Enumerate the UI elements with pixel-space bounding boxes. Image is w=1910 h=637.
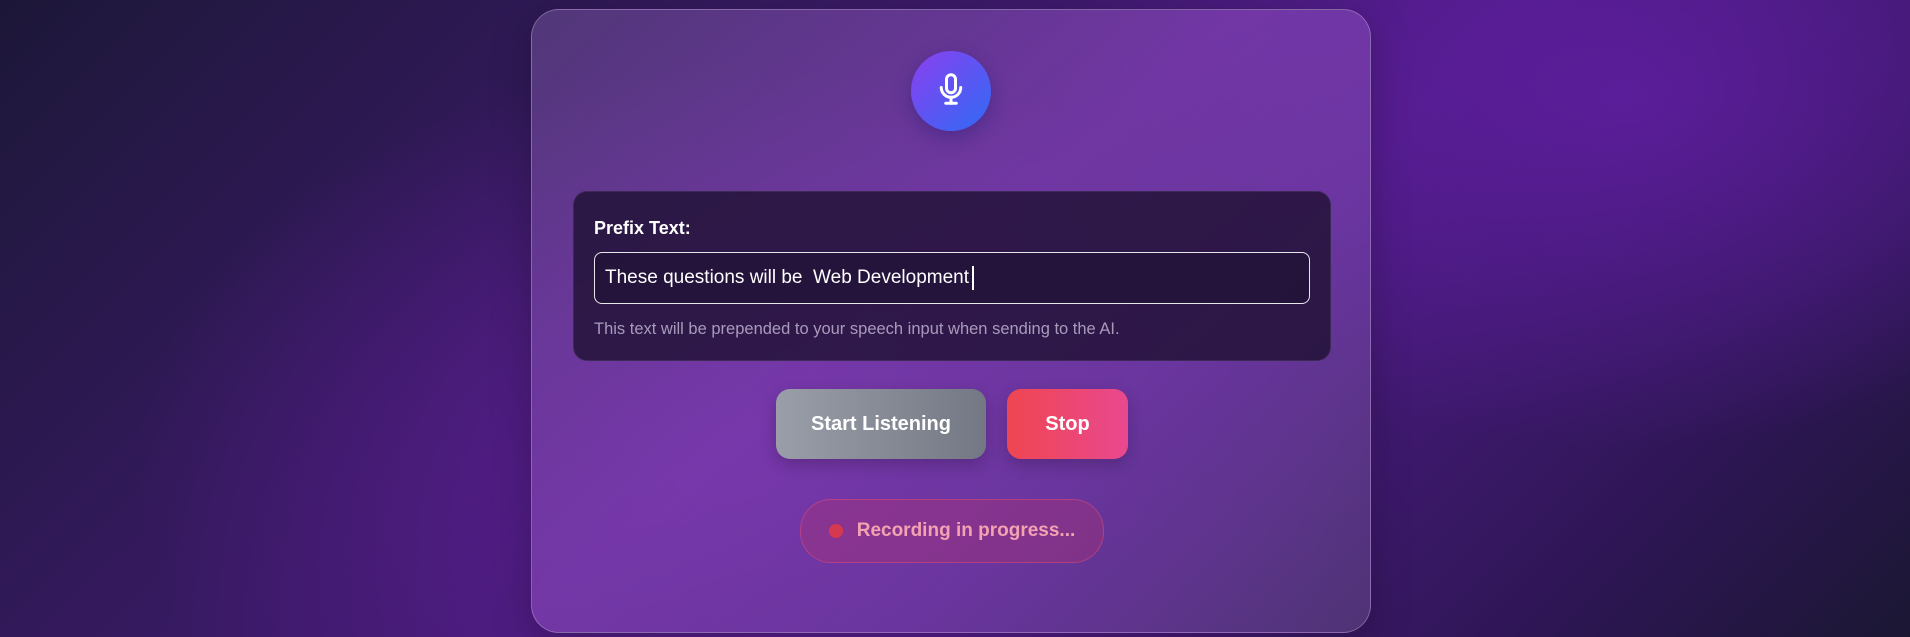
stop-button[interactable]: Stop: [1007, 389, 1128, 459]
microphone-badge: [911, 51, 991, 131]
prefix-panel: Prefix Text: These questions will be Web…: [573, 191, 1331, 361]
recording-status: Recording in progress...: [800, 499, 1104, 563]
recording-status-text: Recording in progress...: [856, 520, 1076, 541]
main-card: Prefix Text: These questions will be Web…: [531, 9, 1371, 633]
microphone-icon: [933, 71, 969, 112]
prefix-input-value: These questions will be Web Development: [605, 267, 970, 288]
text-caret: [972, 266, 974, 290]
prefix-input[interactable]: These questions will be Web Development: [594, 252, 1310, 304]
prefix-hint: This text will be prepended to your spee…: [594, 320, 1120, 338]
prefix-label: Prefix Text:: [594, 218, 691, 238]
recording-dot-icon: [828, 524, 843, 538]
start-listening-button[interactable]: Start Listening: [776, 389, 986, 459]
